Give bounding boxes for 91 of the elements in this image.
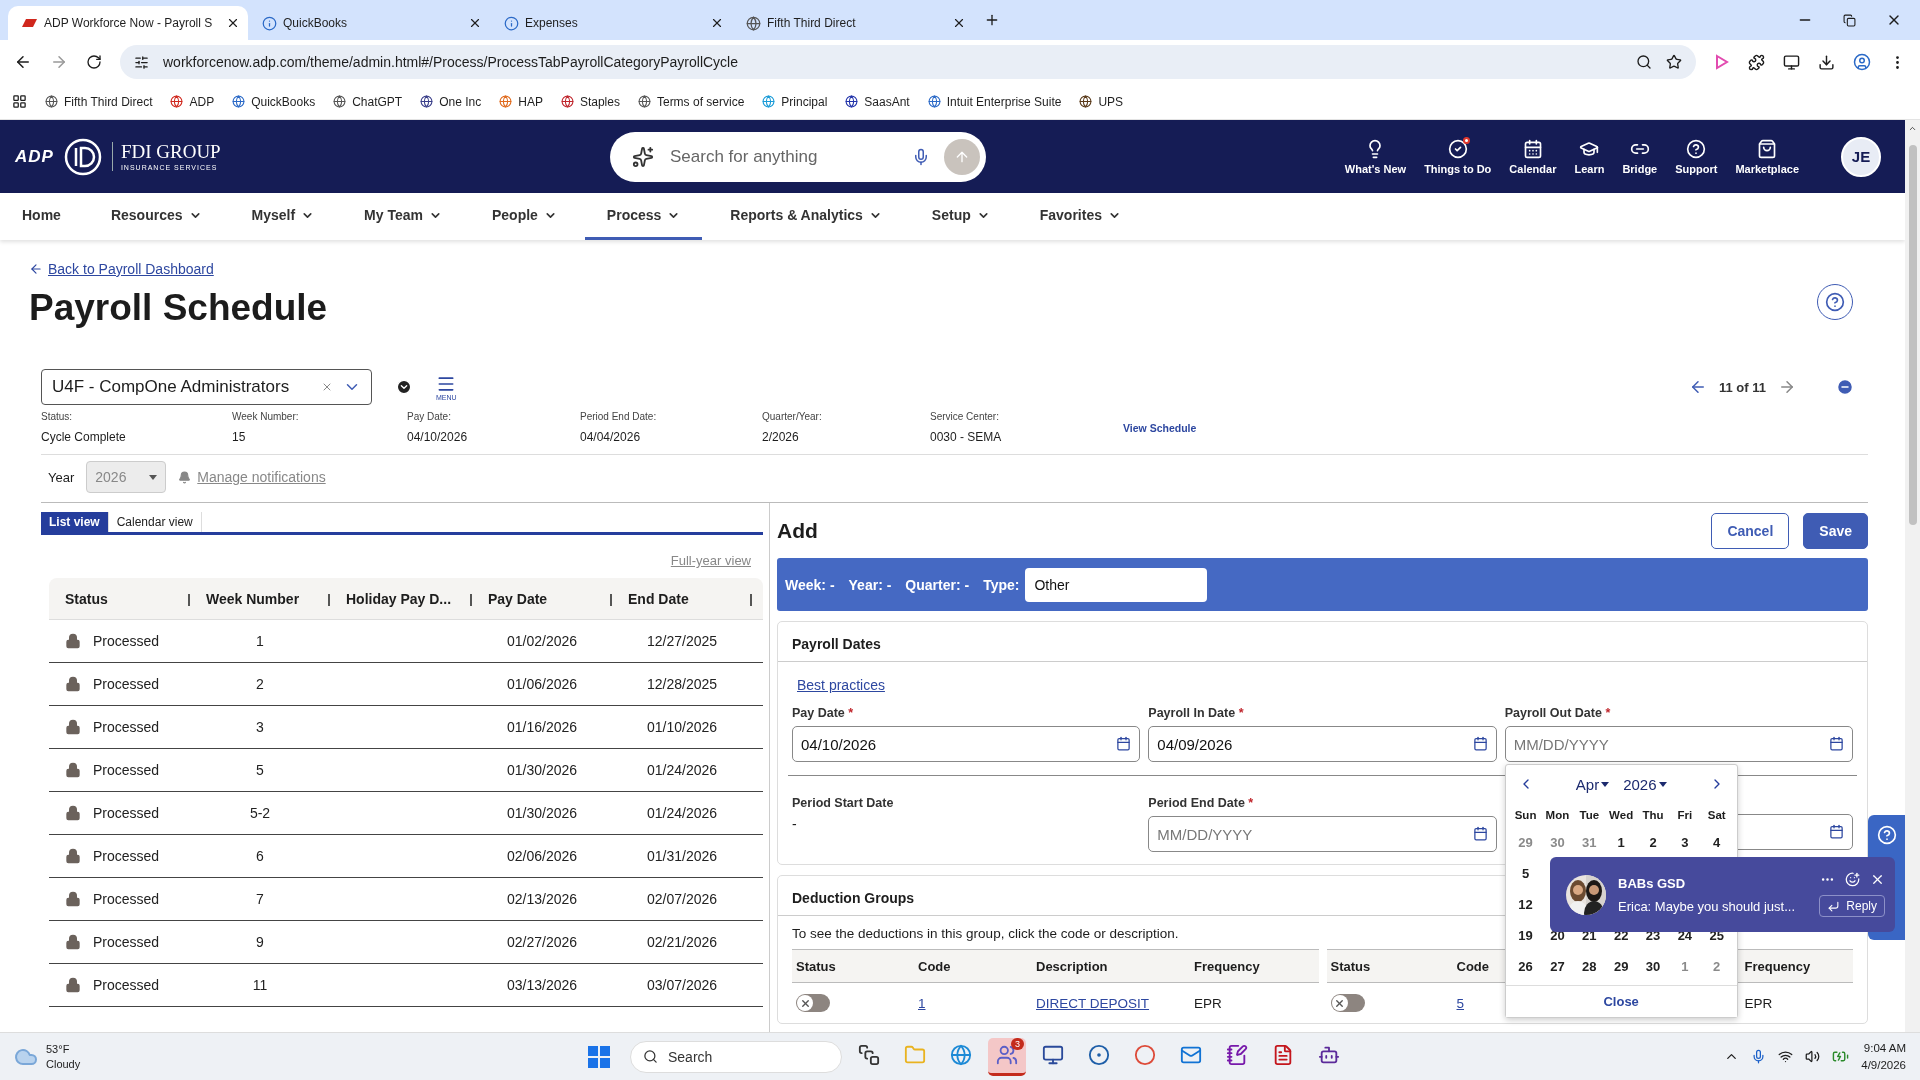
info-value: 15 [232, 430, 247, 444]
column-header: Description [1036, 958, 1108, 974]
table-cell-text: 11 [251, 977, 269, 993]
table-cell-text: 02/13/2026 [505, 891, 579, 907]
info-label: Service Center: [930, 411, 1000, 422]
table-cell-text: 7 [255, 891, 265, 907]
notification-title: BABs GSD [1618, 875, 1687, 891]
table-cell: Processed [93, 676, 160, 692]
info-label: Quarter/Year: [762, 411, 823, 422]
info-value: 0030 - SEMA [930, 430, 1003, 444]
table-cell: Processed [93, 891, 160, 907]
info-value: 2/2026 [762, 430, 800, 444]
table-cell-text: 01/24/2026 [645, 762, 719, 778]
page-title: Payroll Schedule [29, 287, 328, 329]
table-cell-text: 01/10/2026 [645, 719, 719, 735]
info-value: 04/04/2026 [580, 430, 642, 444]
table-cell-text: 03/13/2026 [505, 977, 579, 993]
summary-item: Quarter: - [905, 576, 970, 593]
table-cell-text: 01/30/2026 [505, 762, 579, 778]
field-label: Period Start Date [792, 796, 895, 810]
column-header: Frequency [1744, 958, 1811, 974]
column-header: Frequency [1194, 958, 1260, 974]
badge: 3 [1011, 1037, 1024, 1050]
field-label: Period End Date * [1148, 796, 1255, 810]
type-label: Type: [983, 576, 1020, 593]
summary-item: Week: - [785, 576, 835, 593]
table-cell-text: 02/07/2026 [645, 891, 719, 907]
panel-title: Add [777, 519, 819, 543]
info-value: 04/10/2026 [407, 430, 469, 444]
table-cell-text: 01/31/2026 [645, 848, 719, 864]
table-cell-text: 2 [255, 676, 265, 692]
table-cell-text: 01/16/2026 [505, 719, 579, 735]
table-cell: EPR [1744, 995, 1773, 1011]
temperature-text: 53°F [46, 1042, 71, 1057]
section-title: Payroll Dates [778, 622, 1867, 662]
column-header: Code [1456, 958, 1489, 974]
table-cell-text: 12/28/2025 [645, 676, 719, 692]
weekday-label: Tue [1578, 808, 1601, 823]
table-cell-text: 02/21/2026 [645, 934, 719, 950]
table-cell: Processed [93, 805, 160, 821]
table-cell-text: 5-2 [248, 805, 272, 821]
table-cell-text: 03/07/2026 [645, 977, 719, 993]
hint-text: To see the deductions in this group, click the code or description. [792, 926, 1179, 941]
field-label: Pay Date * [792, 706, 855, 720]
table-cell: Processed [93, 848, 160, 864]
weekday-label: Sun [1513, 808, 1538, 823]
weekday-label: Wed [1608, 808, 1635, 823]
info-label: Pay Date: [407, 411, 452, 422]
field-label: Payroll In Date * [1148, 706, 1245, 720]
table-cell-text: 1 [255, 633, 265, 649]
field-label: Payroll Out Date * [1504, 706, 1612, 720]
table-cell-text: 5 [255, 762, 265, 778]
table-cell-text: 02/06/2026 [505, 848, 579, 864]
column-header: Code [918, 958, 951, 974]
table-cell-text: 01/06/2026 [505, 676, 579, 692]
info-label: Status: [41, 411, 74, 422]
table-cell-text: 01/30/2026 [505, 805, 579, 821]
table-cell: EPR [1194, 995, 1222, 1011]
tab-title: Expenses [525, 16, 579, 30]
info-label: Week Number: [232, 411, 300, 422]
info-label: Period End Date: [580, 411, 658, 422]
table-cell: Processed [93, 719, 160, 735]
table-cell: Processed [93, 934, 160, 950]
year-label: Year [48, 469, 75, 485]
tab-title: Fifth Third Direct [767, 16, 857, 30]
summary-item: Year: - [848, 576, 892, 593]
table-cell-text: 6 [255, 848, 265, 864]
url-text: workforcenow.adp.com/theme/admin.html#/Process/ProcessTabPayrollCategoryPayrollCycle [163, 54, 740, 70]
weekday-label: Mon [1544, 808, 1571, 823]
table-cell-text: 9 [255, 934, 265, 950]
weather-text: Cloudy [46, 1056, 81, 1071]
column-header: Status [796, 958, 836, 974]
weekday-label: Sat [1706, 808, 1727, 823]
table-cell-text: 3 [255, 719, 265, 735]
info-value: Cycle Complete [41, 430, 127, 444]
table-cell-text: 01/24/2026 [645, 805, 719, 821]
weekday-label: Thu [1641, 808, 1665, 823]
table-cell: Processed [93, 977, 160, 993]
tab-title: QuickBooks [283, 16, 349, 30]
table-cell-text: 02/27/2026 [505, 934, 579, 950]
field-value: - [792, 816, 798, 832]
pager-text: 11 of 11 [1719, 379, 1766, 395]
column-header: Status [1330, 958, 1371, 974]
tab-title: ADP Workforce Now - Payroll S [44, 16, 214, 30]
table-cell: Processed [93, 633, 160, 649]
weekday-label: Fri [1676, 808, 1694, 823]
table-cell-text: 12/27/2025 [645, 633, 719, 649]
table-cell-text: 01/02/2026 [505, 633, 579, 649]
notification-message: Erica: Maybe you should just... [1618, 898, 1797, 914]
table-cell: Processed [93, 762, 160, 778]
brand-name: FDI GROUP [120, 142, 221, 161]
